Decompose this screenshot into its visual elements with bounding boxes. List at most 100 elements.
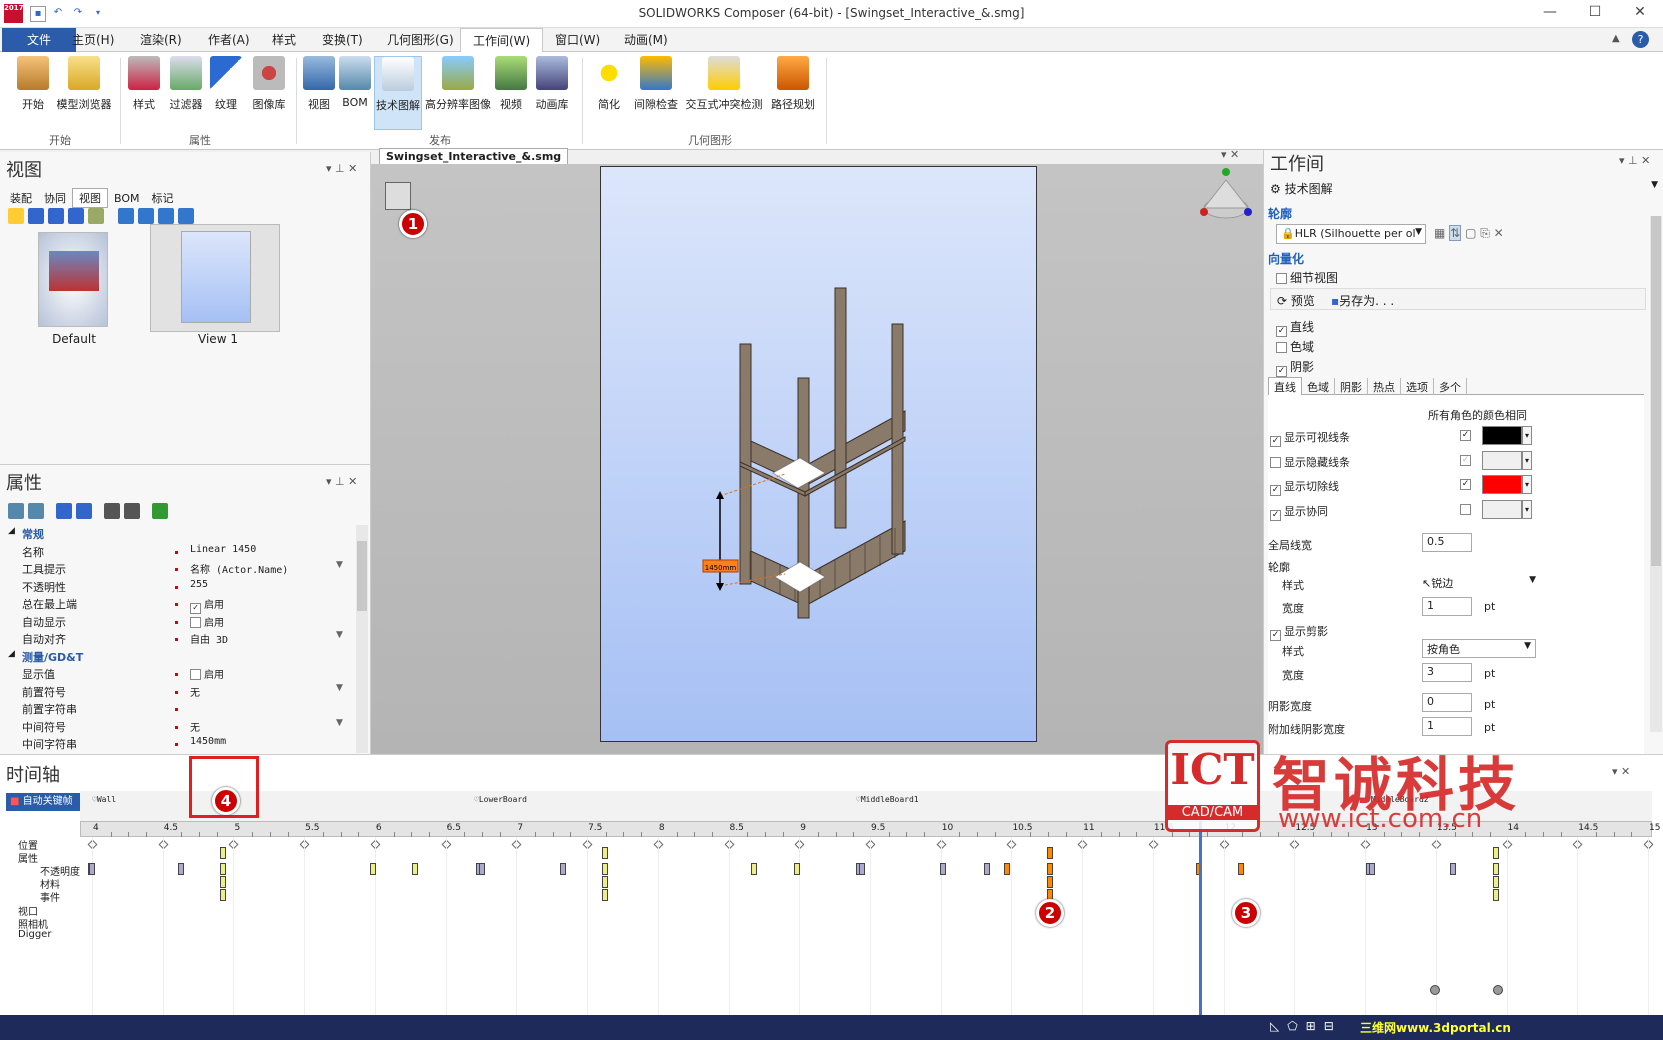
menu-home[interactable]: 主页(H): [60, 28, 126, 52]
update-view-icon[interactable]: [68, 208, 84, 224]
tab-markers[interactable]: 标记: [146, 189, 180, 207]
property-value[interactable]: ✓ 启用: [190, 596, 224, 614]
effect-keyframe[interactable]: [1493, 863, 1499, 875]
save-as-button[interactable]: ▪另存为. . .: [1331, 292, 1394, 309]
chevron-down-icon[interactable]: ▼: [336, 560, 343, 570]
ribbon-filters-button[interactable]: 过滤器: [166, 56, 206, 130]
checkbox[interactable]: ✓: [1276, 366, 1287, 377]
workshop-selector[interactable]: ⚙ 技术图解 ▼: [1270, 180, 1658, 197]
property-value[interactable]: 无: [190, 719, 200, 734]
film-strip-icon[interactable]: [385, 182, 411, 210]
digger-keyframe[interactable]: [1430, 985, 1440, 995]
panel-options-icon[interactable]: ▾ ✕: [1612, 765, 1630, 778]
view-thumbnail-view1[interactable]: [150, 224, 280, 332]
minimize-icon[interactable]: —: [1530, 4, 1570, 24]
property-value[interactable]: 255: [190, 579, 208, 590]
checkbox[interactable]: [1270, 456, 1281, 468]
effect-keyframe[interactable]: [602, 863, 608, 875]
property-row[interactable]: 前置字符串: [0, 700, 360, 717]
property-row[interactable]: 中间符号 无 ▼: [0, 718, 360, 735]
checkbox[interactable]: ✓: [1270, 630, 1281, 641]
view-option-icon[interactable]: [118, 208, 134, 224]
menu-window[interactable]: 窗口(W): [543, 28, 612, 52]
property-value[interactable]: 1450mm: [190, 736, 226, 747]
chevron-down-icon[interactable]: ▼: [336, 630, 343, 640]
document-tab[interactable]: Swingset_Interactive_&.smg: [379, 148, 569, 165]
ribbon-bom-button[interactable]: BOM: [338, 56, 372, 130]
line-option-checkbox[interactable]: ✓ 显示切除线: [1270, 478, 1339, 496]
digger-keyframe[interactable]: [1493, 985, 1503, 995]
maximize-icon[interactable]: ☐: [1575, 4, 1615, 24]
ribbon-hires-image-button[interactable]: 高分辨率图像: [424, 56, 492, 130]
playhead[interactable]: [1199, 821, 1202, 1015]
preview-button[interactable]: ⟳ 预览: [1277, 292, 1315, 309]
color-swatch[interactable]: [1482, 499, 1522, 519]
property-value[interactable]: 无: [190, 684, 200, 699]
ribbon-animation-library-button[interactable]: 动画库: [530, 56, 574, 130]
apply-icon[interactable]: [152, 503, 168, 519]
chevron-down-icon[interactable]: ▼: [336, 683, 343, 693]
menu-workshops[interactable]: 工作间(W): [460, 28, 544, 53]
ribbon-clearance-check-button[interactable]: 间隙检查: [632, 56, 680, 130]
property-row[interactable]: 自动显示 启用: [0, 613, 360, 630]
track-label[interactable]: 事件: [40, 889, 60, 904]
swingset-model[interactable]: [600, 166, 1037, 742]
outline-style-dropdown[interactable]: ↖锐边 ▼: [1422, 575, 1536, 591]
view-option-icon[interactable]: [178, 208, 194, 224]
ribbon-collapse-icon[interactable]: ▲: [1612, 33, 1620, 44]
effect-keyframe[interactable]: [220, 863, 226, 875]
ribbon-video-button[interactable]: 视频: [494, 56, 528, 130]
effect-keyframe[interactable]: [220, 876, 226, 888]
color-swatch[interactable]: [1482, 426, 1522, 445]
list-icon[interactable]: ▦: [1434, 226, 1445, 240]
property-category[interactable]: ◢ 测量/GD&T: [0, 648, 360, 665]
same-color-checkbox[interactable]: [1460, 503, 1471, 515]
effect-keyframe[interactable]: [1047, 876, 1053, 888]
property-category[interactable]: ◢ 常规: [0, 525, 360, 542]
effect-keyframe[interactable]: [370, 863, 376, 875]
chevron-down-icon[interactable]: ▼: [336, 718, 343, 728]
panel-options-icon[interactable]: ▾ ⊥ ✕: [326, 162, 357, 175]
expand-icon[interactable]: [56, 503, 72, 519]
auto-key-button[interactable]: ■ 自动关键帧: [6, 793, 84, 811]
effect-keyframe[interactable]: [1493, 847, 1499, 859]
workshop-scrollbar[interactable]: [1650, 216, 1662, 732]
effect-keyframe[interactable]: [1450, 863, 1456, 875]
property-row[interactable]: 名称 Linear 1450: [0, 543, 360, 560]
effect-keyframe[interactable]: [178, 863, 184, 875]
workshop-tab-3[interactable]: 热点: [1368, 378, 1401, 396]
track-label[interactable]: Digger: [18, 929, 51, 940]
effect-keyframe[interactable]: [89, 863, 95, 875]
ribbon-simplify-button[interactable]: 简化: [590, 56, 628, 130]
brush-icon[interactable]: [88, 208, 104, 224]
render-2-checkbox[interactable]: ✓ 阴影: [1276, 358, 1314, 377]
checkbox[interactable]: [190, 616, 201, 628]
property-value[interactable]: 名称 (Actor.Name): [190, 561, 288, 576]
color-swatch[interactable]: [1482, 475, 1522, 494]
sort-icon[interactable]: ⇅: [1449, 225, 1462, 241]
property-row[interactable]: 中间字符串 1450mm: [0, 735, 360, 752]
navigation-cube-icon[interactable]: [1198, 166, 1254, 222]
effect-keyframe[interactable]: [1047, 863, 1053, 875]
effect-keyframe[interactable]: [1369, 863, 1375, 875]
effect-keyframe[interactable]: [1238, 863, 1244, 875]
chevron-down-icon[interactable]: ▾: [1522, 475, 1532, 494]
property-row[interactable]: 自动对齐 自由 3D ▼: [0, 630, 360, 647]
menu-render[interactable]: 渲染(R): [128, 28, 194, 52]
effect-keyframe[interactable]: [940, 863, 946, 875]
workshop-tab-5[interactable]: 多个: [1434, 378, 1467, 396]
checkbox[interactable]: ✓: [1270, 436, 1281, 447]
menu-styles[interactable]: 样式: [260, 28, 308, 52]
effect-keyframe[interactable]: [1004, 863, 1010, 875]
workshop-tab-0[interactable]: 直线: [1268, 377, 1302, 396]
line-option-checkbox[interactable]: ✓ 显示可视线条: [1270, 429, 1350, 447]
property-value[interactable]: 自由 3D: [190, 631, 228, 646]
effect-keyframe[interactable]: [794, 863, 800, 875]
collapse-icon[interactable]: ◢: [8, 649, 15, 659]
property-value[interactable]: Linear 1450: [190, 544, 256, 555]
ribbon-technical-illustration-button[interactable]: 技术图解: [374, 56, 422, 130]
menu-transform[interactable]: 变换(T): [310, 28, 375, 52]
delete-icon[interactable]: ✕: [1494, 226, 1504, 240]
ribbon-styles-button[interactable]: 样式: [126, 56, 162, 130]
timeline-marker[interactable]: ♡Wall: [92, 795, 116, 804]
